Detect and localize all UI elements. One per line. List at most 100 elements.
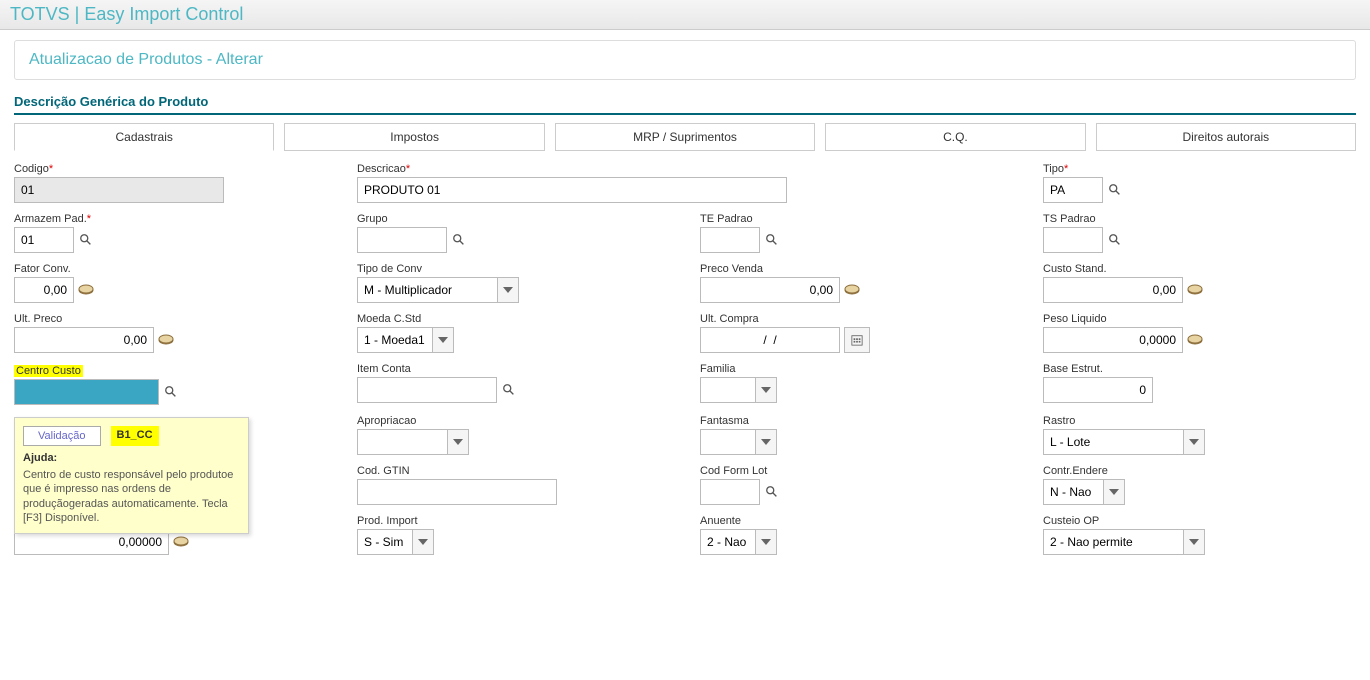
chevron-down-icon[interactable] [755, 529, 777, 555]
select-anuente[interactable] [700, 529, 755, 555]
field-grupo: Grupo [357, 213, 670, 253]
search-icon[interactable] [764, 232, 780, 248]
tooltip-field-code: B1_CC [111, 426, 159, 446]
field-codigo: Codigo* [14, 163, 327, 203]
input-ts-padrao[interactable] [1043, 227, 1103, 253]
select-prod-import[interactable] [357, 529, 412, 555]
select-familia[interactable] [700, 377, 755, 403]
chevron-down-icon[interactable] [497, 277, 519, 303]
chevron-down-icon[interactable] [1183, 529, 1205, 555]
tooltip-help-label: Ajuda: [23, 452, 240, 464]
search-icon[interactable] [764, 484, 780, 500]
chevron-down-icon[interactable] [412, 529, 434, 555]
search-icon[interactable] [501, 382, 517, 398]
label-apropriacao: Apropriacao [357, 415, 670, 427]
chevron-down-icon[interactable] [447, 429, 469, 455]
select-contr-endere[interactable] [1043, 479, 1103, 505]
field-tipo: Tipo* [1043, 163, 1356, 203]
input-te-padrao[interactable] [700, 227, 760, 253]
chevron-down-icon[interactable] [432, 327, 454, 353]
field-familia: Familia [700, 363, 1013, 405]
tab-impostos[interactable]: Impostos [284, 123, 544, 151]
input-tipo[interactable] [1043, 177, 1103, 203]
label-codigo: Codigo [14, 163, 49, 175]
help-tooltip: Validação B1_CC Ajuda: Centro de custo r… [14, 417, 249, 534]
field-descricao: Descricao* [357, 163, 1013, 203]
input-codigo[interactable] [14, 177, 224, 203]
search-icon[interactable] [1107, 232, 1123, 248]
field-contr-endere: Contr.Endere [1043, 465, 1356, 505]
select-apropriacao[interactable] [357, 429, 447, 455]
select-fantasma[interactable] [700, 429, 755, 455]
field-ult-preco: Ult. Preco [14, 313, 327, 353]
chevron-down-icon[interactable] [1103, 479, 1125, 505]
label-ult-preco: Ult. Preco [14, 313, 327, 325]
tab-cq[interactable]: C.Q. [825, 123, 1085, 151]
search-icon[interactable] [163, 384, 179, 400]
money-icon [158, 332, 174, 348]
search-icon[interactable] [451, 232, 467, 248]
label-te-padrao: TE Padrao [700, 213, 1013, 225]
input-grupo[interactable] [357, 227, 447, 253]
chevron-down-icon[interactable] [755, 429, 777, 455]
label-item-conta: Item Conta [357, 363, 670, 375]
input-armazem[interactable] [14, 227, 74, 253]
input-base-estrut[interactable] [1043, 377, 1153, 403]
select-tipo-conv[interactable] [357, 277, 497, 303]
input-ult-preco[interactable] [14, 327, 154, 353]
validation-button[interactable]: Validação [23, 426, 101, 446]
field-cod-form-lot: Cod Form Lot [700, 465, 1013, 505]
input-centro-custo[interactable] [14, 379, 159, 405]
field-peso-liquido: Peso Liquido [1043, 313, 1356, 353]
field-rastro: Rastro [1043, 415, 1356, 455]
input-cod-form-lot[interactable] [700, 479, 760, 505]
field-moeda-cstd: Moeda C.Std [357, 313, 670, 353]
money-icon [78, 282, 94, 298]
select-rastro[interactable] [1043, 429, 1183, 455]
search-icon[interactable] [78, 232, 94, 248]
label-prod-import: Prod. Import [357, 515, 670, 527]
label-custo-stand: Custo Stand. [1043, 263, 1356, 275]
select-moeda-cstd[interactable] [357, 327, 432, 353]
app-titlebar: TOTVS | Easy Import Control [0, 0, 1370, 30]
label-tipo-conv: Tipo de Conv [357, 263, 670, 275]
field-fator-conv: Fator Conv. [14, 263, 327, 303]
field-item-conta: Item Conta [357, 363, 670, 405]
label-custeio-op: Custeio OP [1043, 515, 1356, 527]
chevron-down-icon[interactable] [755, 377, 777, 403]
field-centro-custo: Centro Custo Validação B1_CC Ajuda: Cent… [14, 363, 327, 405]
field-fantasma: Fantasma [700, 415, 1013, 455]
tab-mrp[interactable]: MRP / Suprimentos [555, 123, 815, 151]
input-cod-gtin[interactable] [357, 479, 557, 505]
field-tipo-conv: Tipo de Conv [357, 263, 670, 303]
tab-cadastrais[interactable]: Cadastrais [14, 123, 274, 151]
field-base-estrut: Base Estrut. [1043, 363, 1356, 405]
input-ult-compra[interactable] [700, 327, 840, 353]
label-rastro: Rastro [1043, 415, 1356, 427]
page-subtitle: Atualizacao de Produtos - Alterar [14, 40, 1356, 80]
field-ts-padrao: TS Padrao [1043, 213, 1356, 253]
input-fator-conv[interactable] [14, 277, 74, 303]
label-preco-venda: Preco Venda [700, 263, 1013, 275]
section-title: Descrição Genérica do Produto [14, 94, 1356, 115]
label-anuente: Anuente [700, 515, 1013, 527]
search-icon[interactable] [1107, 182, 1123, 198]
calendar-icon[interactable] [844, 327, 870, 353]
input-item-conta[interactable] [357, 377, 497, 403]
input-preco-venda[interactable] [700, 277, 840, 303]
tab-direitos[interactable]: Direitos autorais [1096, 123, 1356, 151]
select-custeio-op[interactable] [1043, 529, 1183, 555]
chevron-down-icon[interactable] [1183, 429, 1205, 455]
label-moeda-cstd: Moeda C.Std [357, 313, 670, 325]
label-tipo: Tipo [1043, 163, 1064, 175]
field-preco-venda: Preco Venda [700, 263, 1013, 303]
label-fantasma: Fantasma [700, 415, 1013, 427]
money-icon [1187, 282, 1203, 298]
tooltip-help-text: Centro de custo responsável pelo produto… [23, 468, 240, 525]
input-descricao[interactable] [357, 177, 787, 203]
label-peso-liquido: Peso Liquido [1043, 313, 1356, 325]
label-grupo: Grupo [357, 213, 670, 225]
field-ult-compra: Ult. Compra [700, 313, 1013, 353]
input-custo-stand[interactable] [1043, 277, 1183, 303]
input-peso-liquido[interactable] [1043, 327, 1183, 353]
